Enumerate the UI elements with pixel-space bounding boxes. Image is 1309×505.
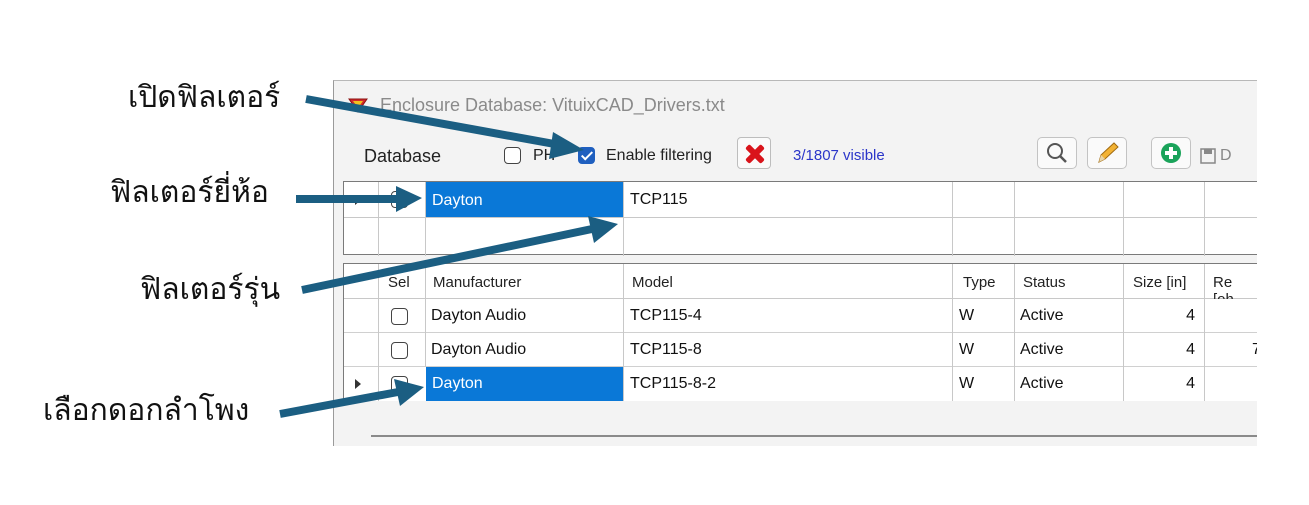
cell-status: Active (1020, 375, 1064, 392)
cell-manufacturer: Dayton Audio (431, 307, 527, 324)
cell-model: TCP115-8 (630, 341, 702, 358)
cell-type: W (959, 375, 975, 392)
cell-re: 7 (1252, 341, 1257, 359)
table-header: Sel Manufacturer Model Type Status Size … (344, 264, 1257, 308)
save-icon[interactable] (1200, 148, 1216, 164)
save-label: D (1220, 147, 1232, 164)
row-select-checkbox[interactable] (391, 308, 408, 325)
toolbar: Database PH Enable filtering 3/1807 visi… (334, 127, 1257, 177)
window-title: Enclosure Database: VituixCAD_Drivers.tx… (380, 95, 725, 115)
edit-button[interactable] (1087, 137, 1127, 169)
cell-size: 4 (1186, 341, 1195, 358)
current-row-marker (355, 379, 361, 389)
annotation-enable-filter: เปิดฟิลเตอร์ (128, 80, 281, 115)
bottom-panel (334, 401, 1257, 446)
table-row[interactable]: Dayton Audio TCP115-8 W Active 4 7 (344, 333, 1257, 367)
filter-grid: Dayton TCP115 (343, 181, 1257, 256)
filter-sel-checkbox[interactable] (391, 191, 408, 208)
enable-filtering-label: Enable filtering (606, 147, 712, 164)
cell-status: Active (1020, 341, 1064, 358)
filter-model-cell[interactable]: TCP115 (630, 191, 688, 209)
database-menu[interactable]: Database (364, 146, 441, 167)
col-model[interactable]: Model (632, 274, 673, 291)
col-sel[interactable]: Sel (388, 274, 410, 291)
clear-filter-button[interactable] (737, 137, 771, 169)
database-window: Enclosure Database: VituixCAD_Drivers.tx… (333, 80, 1257, 446)
cell-model: TCP115-4 (630, 307, 702, 324)
annotation-filter-brand: ฟิลเตอร์ยี่ห้อ (110, 175, 269, 210)
cell-manufacturer-selected[interactable]: Dayton (426, 367, 623, 401)
cell-size: 4 (1186, 307, 1195, 324)
cell-status: Active (1020, 307, 1064, 324)
cell-manufacturer: Dayton Audio (431, 341, 527, 358)
add-button[interactable] (1151, 137, 1191, 169)
annotation-filter-model: ฟิลเตอร์รุ่น (140, 272, 281, 307)
cell-type: W (959, 341, 975, 358)
row-select-checkbox[interactable] (391, 342, 408, 359)
filter-manufacturer-cell[interactable]: Dayton (426, 182, 623, 217)
add-icon (1161, 143, 1181, 163)
table-row-selected[interactable]: Dayton TCP115-8-2 W Active 4 (344, 367, 1257, 401)
col-type[interactable]: Type (963, 274, 996, 291)
col-status[interactable]: Status (1023, 274, 1066, 291)
annotation-select-driver: เลือกดอกลำโพง (43, 393, 250, 428)
ph-checkbox[interactable] (504, 147, 521, 164)
filter-row-marker (355, 195, 361, 205)
visible-count: 3/1807 visible (793, 147, 885, 164)
search-icon (1047, 143, 1067, 163)
ph-label: PH (533, 147, 556, 164)
divider (371, 435, 1257, 437)
col-manufacturer[interactable]: Manufacturer (433, 274, 521, 291)
row-select-checkbox[interactable] (391, 376, 408, 393)
enable-filtering-checkbox[interactable] (578, 147, 595, 164)
table-row[interactable]: Dayton Audio TCP115-4 W Active 4 (344, 299, 1257, 333)
cell-size: 4 (1186, 375, 1195, 392)
cell-model: TCP115-8-2 (630, 375, 716, 392)
col-size[interactable]: Size [in] (1133, 274, 1186, 291)
title-bar: Enclosure Database: VituixCAD_Drivers.tx… (334, 81, 1257, 127)
cell-type: W (959, 307, 975, 324)
search-button[interactable] (1037, 137, 1077, 169)
app-logo-icon (348, 98, 368, 113)
edit-icon (1098, 142, 1119, 163)
